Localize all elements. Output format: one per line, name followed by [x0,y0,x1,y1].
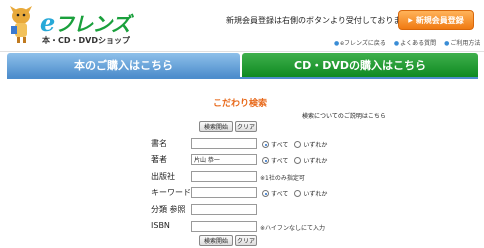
clear-button-top[interactable]: クリア [235,121,257,132]
radio-checked-icon [262,157,269,164]
search-button-top[interactable]: 検索開始 [199,121,233,132]
radio-checked-icon [262,141,269,148]
category-input[interactable] [191,204,257,215]
clear-button-bottom[interactable]: クリア [235,235,257,246]
bullet-icon: ● [393,40,400,47]
title-input[interactable] [191,138,257,149]
radio-all[interactable]: すべて [262,189,288,198]
publisher-label: 出版社 [151,172,175,181]
site-header: eフレンズ 本・CD・DVDショップ 新規会員登録は右側のボタンより受付しており… [0,0,484,52]
radio-any[interactable]: いずれか [294,189,327,198]
site-logo[interactable]: eフレンズ 本・CD・DVDショップ [6,2,136,50]
radio-unchecked-icon [294,141,302,148]
title-match-radio: すべて いずれか [262,140,333,149]
link-faq[interactable]: ●よくある質問 [394,38,436,47]
signup-notice: 新規会員登録は右側のボタンより受付しております。 [226,16,417,25]
page-title: こだわり検索 [213,99,268,109]
search-button-bottom[interactable]: 検索開始 [199,235,233,246]
author-label: 著者 [151,155,167,164]
bullet-icon: ● [334,40,340,47]
mascot-icon [10,6,32,43]
category-label: 分類 参照 [151,205,186,214]
logo-brand: eフレンズ [40,8,131,37]
signup-button[interactable]: ▶ 新規会員登録 [398,10,474,30]
tab-divider [7,77,478,79]
tab-cd-dvd[interactable]: CD・DVDの購入はこちら [242,53,478,77]
radio-unchecked-icon [294,157,302,164]
isbn-input[interactable] [191,221,257,232]
radio-all[interactable]: すべて [262,156,288,165]
radio-all[interactable]: すべて [262,140,288,149]
radio-checked-icon [262,190,269,197]
radio-any[interactable]: いずれか [294,140,327,149]
top-links: ●eフレンズに戻る ●よくある質問 ●ご利用方法 [334,38,480,47]
tab-books[interactable]: 本のご購入はこちら [7,53,240,77]
search-help-link[interactable]: 検索についてのご説明はこちら [302,111,386,120]
keyword-match-radio: すべて いずれか [262,189,333,198]
bullet-icon: ● [444,40,450,47]
radio-unchecked-icon [294,190,302,197]
keyword-input[interactable] [191,187,257,198]
link-back-to-efriends[interactable]: ●eフレンズに戻る [334,38,386,47]
author-input[interactable]: 片山 恭一 [191,154,257,165]
author-match-radio: すべて いずれか [262,156,333,165]
publisher-note: ※1社のみ指定可 [260,175,305,182]
keyword-label: キーワード [151,188,191,197]
publisher-input[interactable] [191,171,257,182]
link-how-to-use[interactable]: ●ご利用方法 [444,38,480,47]
logo-subtitle: 本・CD・DVDショップ [42,36,130,45]
isbn-label: ISBN [151,221,170,230]
radio-any[interactable]: いずれか [294,156,327,165]
arrow-right-icon: ▶ [408,16,413,24]
isbn-note: ※ハイフンなしにて入力 [260,225,326,232]
title-label: 書名 [151,139,167,148]
